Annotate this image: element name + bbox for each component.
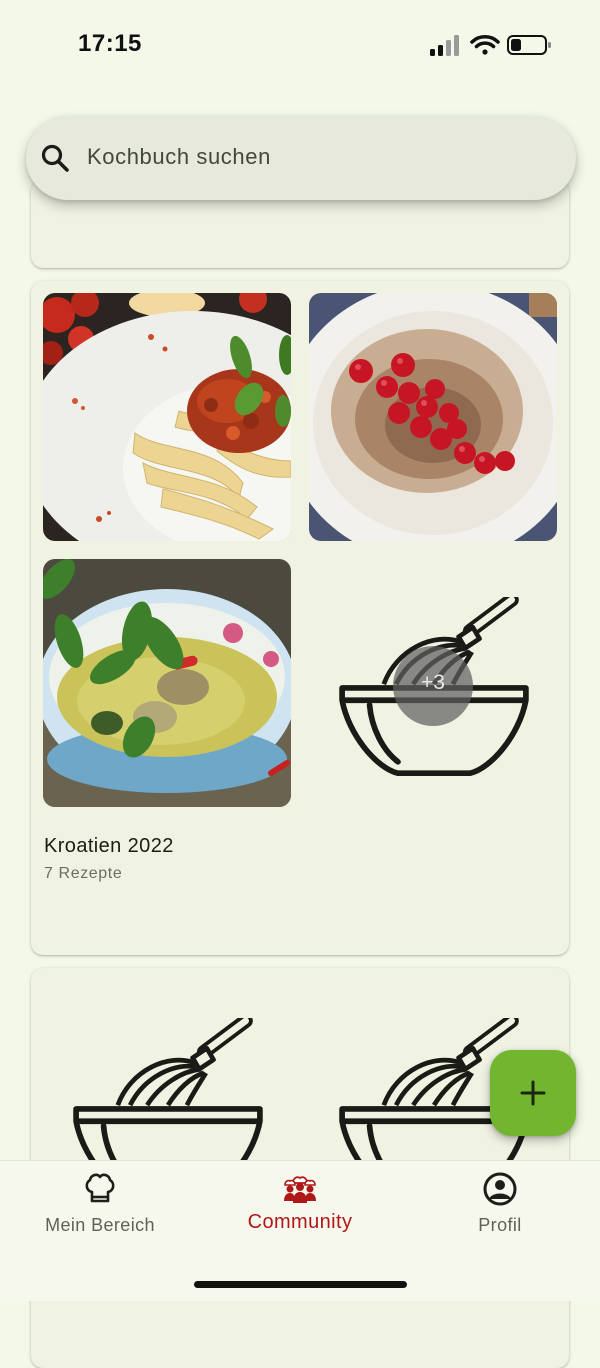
status-icons xyxy=(430,34,551,56)
cookbook-recipe-count: 7 Rezepte xyxy=(44,865,123,882)
nav-item-community[interactable]: Community xyxy=(200,1161,400,1251)
home-indicator xyxy=(194,1281,407,1288)
wifi-icon xyxy=(470,34,500,55)
nav-item-profil[interactable]: Profil xyxy=(400,1161,600,1251)
search-icon xyxy=(41,144,69,172)
chef-hat-icon xyxy=(85,1173,115,1203)
rice-pudding-currants-photo xyxy=(309,293,557,541)
search-bar[interactable]: Kochbuch suchen xyxy=(26,116,576,200)
nav-label-community: Community xyxy=(247,1211,353,1233)
community-chefs-icon xyxy=(284,1176,316,1203)
nav-label-mein-bereich: Mein Bereich xyxy=(45,1215,155,1235)
bottom-navigation: Mein Bereich Community Profil xyxy=(0,1160,600,1301)
status-time: 17:15 xyxy=(78,30,142,57)
cellular-signal-icon xyxy=(430,35,459,56)
pasta-bolognese-photo xyxy=(43,293,291,541)
search-placeholder: Kochbuch suchen xyxy=(87,144,271,169)
status-bar: 17:15 xyxy=(0,0,600,90)
plus-icon xyxy=(520,1080,546,1106)
add-cookbook-button[interactable] xyxy=(490,1050,576,1136)
more-recipes-badge: +3 xyxy=(393,646,473,726)
cookbook-title: Kroatien 2022 xyxy=(44,835,174,857)
cookbook-card[interactable]: +3 Kroatien 2022 7 Rezepte xyxy=(31,281,569,955)
nav-label-profil: Profil xyxy=(478,1215,522,1235)
battery-icon xyxy=(507,35,551,55)
more-recipes-count: +3 xyxy=(421,671,445,694)
profile-icon xyxy=(483,1172,517,1206)
nav-item-mein-bereich[interactable]: Mein Bereich xyxy=(0,1161,200,1251)
green-curry-photo xyxy=(43,559,291,807)
